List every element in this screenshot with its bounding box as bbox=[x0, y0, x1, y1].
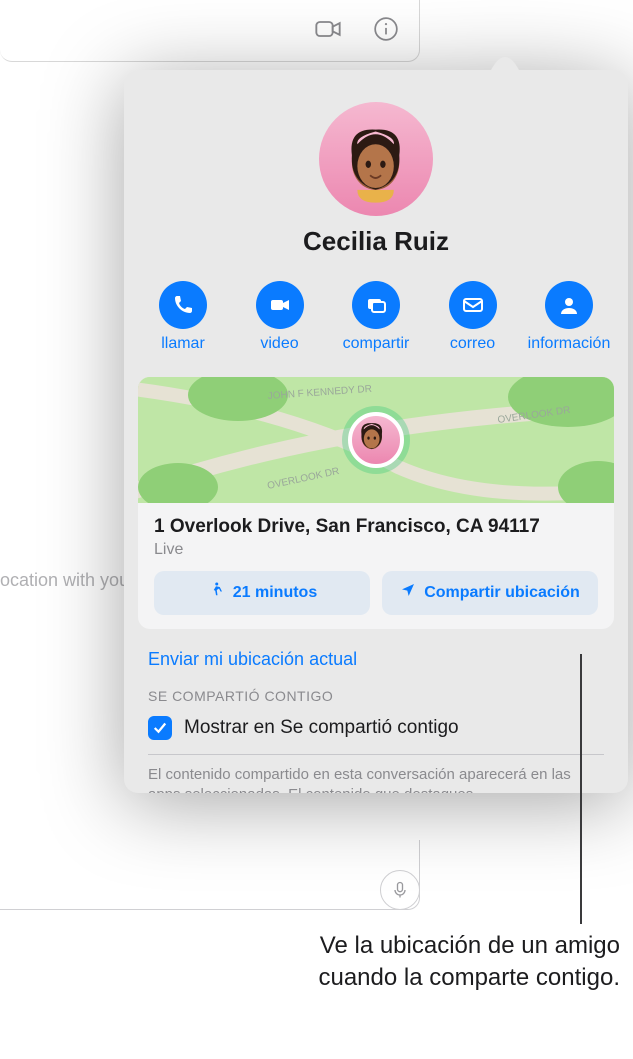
contact-name: Cecilia Ruiz bbox=[144, 226, 608, 257]
share-button[interactable]: compartir bbox=[333, 281, 419, 353]
show-in-shared-label: Mostrar en Se compartió contigo bbox=[184, 717, 459, 739]
info-label: información bbox=[528, 335, 611, 353]
video-icon bbox=[256, 281, 304, 329]
walk-time-label: 21 minutos bbox=[233, 584, 317, 602]
contact-actions-row: llamar video compartir correo bbox=[124, 263, 628, 377]
location-arrow-icon bbox=[400, 582, 416, 603]
share-screen-icon bbox=[352, 281, 400, 329]
map-preview[interactable]: JOHN F KENNEDY DR OVERLOOK DR OVERLOOK D… bbox=[138, 377, 614, 503]
shared-with-you-header: SE COMPARTIÓ CONTIGO bbox=[124, 688, 628, 712]
show-in-shared-checkbox[interactable] bbox=[148, 716, 172, 740]
help-caption: Ve la ubicación de un amigo cuando la co… bbox=[160, 930, 620, 995]
shared-note: El contenido compartido en esta conversa… bbox=[124, 755, 628, 793]
window-toolbar bbox=[0, 0, 420, 62]
popover-arrow bbox=[490, 56, 520, 72]
contact-details-popover: Cecilia Ruiz llamar video compartir bbox=[124, 70, 628, 793]
mail-icon bbox=[449, 281, 497, 329]
caption-line1: Ve la ubicación de un amigo bbox=[320, 932, 620, 959]
directions-walk-button[interactable]: 21 minutos bbox=[154, 571, 370, 615]
share-location-button[interactable]: Compartir ubicación bbox=[382, 571, 598, 615]
facetime-video-button[interactable] bbox=[313, 14, 343, 44]
call-label: llamar bbox=[161, 335, 205, 353]
location-card[interactable]: JOHN F KENNEDY DR OVERLOOK DR OVERLOOK D… bbox=[138, 377, 614, 629]
background-window-edge bbox=[0, 840, 420, 910]
location-address: 1 Overlook Drive, San Francisco, CA 9411… bbox=[154, 515, 598, 539]
contact-avatar bbox=[319, 102, 433, 216]
person-icon bbox=[545, 281, 593, 329]
info-button[interactable]: información bbox=[526, 281, 612, 353]
call-button[interactable]: llamar bbox=[140, 281, 226, 353]
caption-line2: cuando la comparte contigo. bbox=[318, 964, 620, 991]
mail-label: correo bbox=[450, 335, 495, 353]
phone-icon bbox=[159, 281, 207, 329]
walk-icon bbox=[207, 581, 225, 604]
callout-line bbox=[580, 654, 582, 924]
share-location-label: Compartir ubicación bbox=[424, 584, 580, 602]
location-status: Live bbox=[154, 541, 598, 559]
video-label: video bbox=[260, 335, 298, 353]
map-location-pin bbox=[348, 412, 404, 468]
video-button[interactable]: video bbox=[237, 281, 323, 353]
share-label: compartir bbox=[343, 335, 410, 353]
background-partial-text: ocation with you bbox=[0, 570, 129, 591]
mail-button[interactable]: correo bbox=[430, 281, 516, 353]
dictation-mic-button[interactable] bbox=[380, 870, 420, 910]
details-info-button[interactable] bbox=[371, 14, 401, 44]
send-current-location-link[interactable]: Enviar mi ubicación actual bbox=[124, 643, 628, 688]
